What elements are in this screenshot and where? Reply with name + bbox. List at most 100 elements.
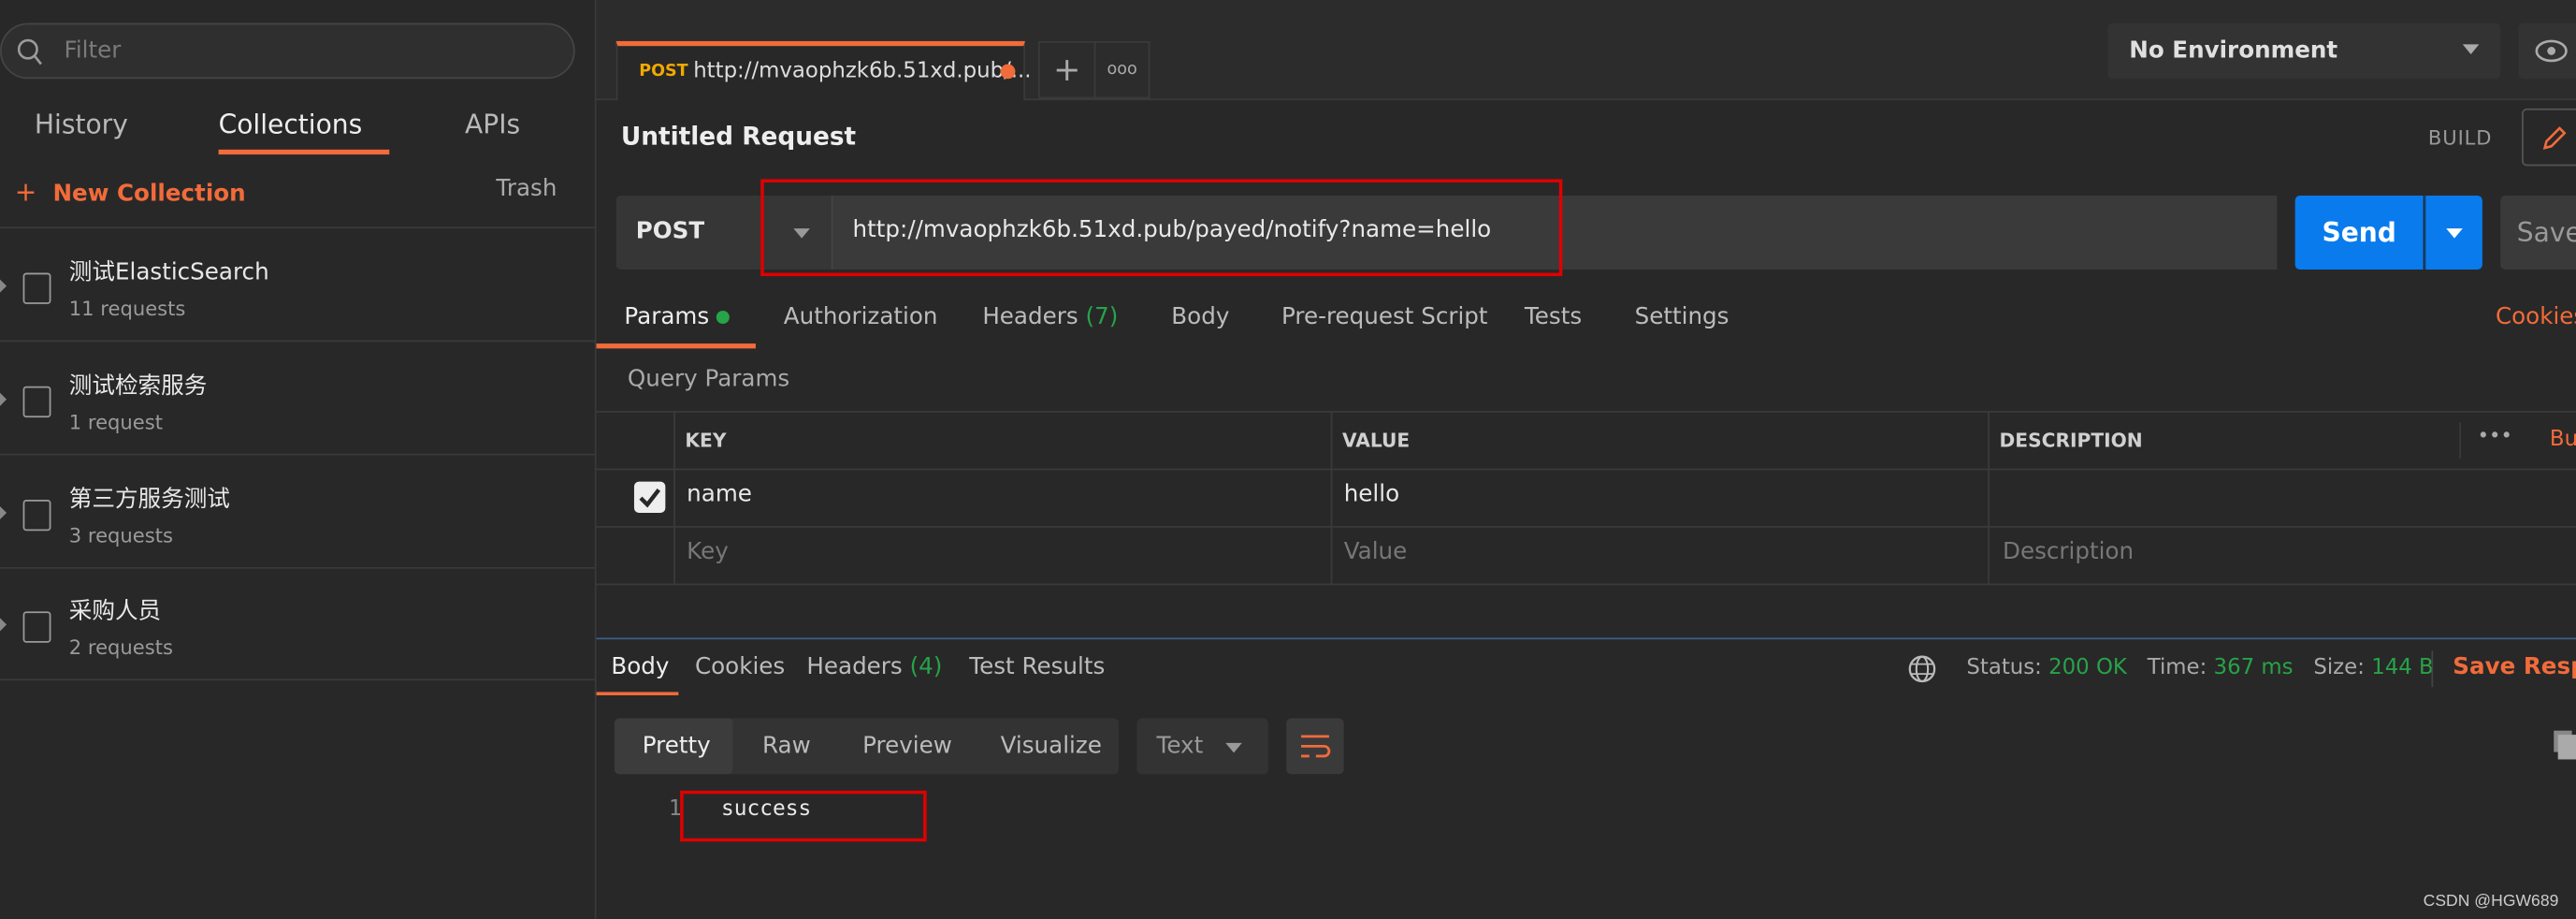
- folder-icon: [22, 611, 51, 643]
- collection-item[interactable]: 测试ElasticSearch 11 requests: [0, 228, 595, 343]
- response-tab-body[interactable]: Body: [611, 654, 669, 680]
- headers-count: (4): [909, 654, 943, 681]
- view-raw-button[interactable]: Raw: [762, 733, 811, 759]
- request-tab[interactable]: POST http://mvaophzk6b.51xd.pub/...: [615, 40, 1032, 101]
- eye-icon: [2535, 39, 2568, 63]
- highlight-box: [680, 790, 927, 842]
- caret-right-icon: [0, 392, 7, 406]
- environment-quick-look-button[interactable]: [2518, 22, 2576, 80]
- collection-name: 采购人员: [68, 598, 162, 625]
- request-tab-method: POST: [639, 62, 688, 81]
- globe-icon[interactable]: [1907, 654, 1937, 684]
- request-title: Untitled Request: [620, 121, 857, 152]
- sidebar: Filter History Collections APIs + New Co…: [0, 0, 597, 919]
- response-tab-headers[interactable]: Headers (4): [806, 654, 942, 680]
- tab-tests[interactable]: Tests: [1525, 304, 1582, 330]
- active-tab-indicator: [596, 343, 756, 349]
- pencil-icon: [2542, 126, 2567, 150]
- environment-value: No Environment: [2129, 37, 2338, 65]
- format-select[interactable]: Text: [1136, 718, 1268, 775]
- collection-item[interactable]: 测试检索服务 1 request: [0, 342, 595, 456]
- chevron-down-icon: [2462, 44, 2480, 54]
- caret-right-icon: [0, 505, 7, 520]
- more-options-button[interactable]: •••: [2478, 424, 2512, 447]
- bulk-edit-link[interactable]: Bu: [2550, 428, 2576, 452]
- collection-name: 第三方服务测试: [68, 486, 230, 513]
- time-label: Time:: [2147, 655, 2207, 681]
- format-value: Text: [1156, 733, 1204, 760]
- filter-input[interactable]: Filter: [0, 22, 575, 80]
- folder-icon: [22, 386, 51, 418]
- cookies-link[interactable]: Cookies: [2496, 304, 2576, 330]
- collection-count: 2 requests: [68, 635, 173, 660]
- tab-apis[interactable]: APIs: [465, 109, 520, 139]
- size-value: 144 B: [2371, 655, 2434, 681]
- wrap-lines-button[interactable]: [1286, 718, 1344, 775]
- collection-count: 1 request: [68, 411, 164, 434]
- filter-placeholder: Filter: [64, 37, 122, 65]
- query-params-title: Query Params: [627, 366, 790, 393]
- request-tab-title: http://mvaophzk6b.51xd.pub/...: [693, 59, 1032, 84]
- send-button[interactable]: Send: [2294, 196, 2424, 270]
- collection-item[interactable]: 第三方服务测试 3 requests: [0, 456, 595, 569]
- new-param-value-input[interactable]: Value: [1344, 539, 1408, 565]
- collection-name: 测试ElasticSearch: [68, 259, 269, 286]
- tab-label: Headers: [982, 303, 1078, 331]
- view-mode-group: Pretty Raw Preview Visualize: [614, 718, 1120, 775]
- copy-icon[interactable]: [2553, 730, 2576, 760]
- chevron-down-icon: [1225, 742, 1242, 753]
- tab-label: Params: [624, 303, 710, 331]
- size-label: Size:: [2313, 655, 2365, 681]
- response-tab-cookies[interactable]: Cookies: [695, 654, 785, 680]
- tab-collections[interactable]: Collections: [219, 109, 363, 139]
- wrap-icon: [1301, 735, 1331, 758]
- column-header-value: VALUE: [1341, 429, 1411, 453]
- save-button[interactable]: Save: [2500, 196, 2576, 270]
- new-tab-button[interactable]: +: [1038, 40, 1096, 99]
- tab-params[interactable]: Params: [624, 303, 731, 331]
- pane-resize-handle[interactable]: [596, 637, 2576, 640]
- search-icon: [17, 38, 42, 66]
- tab-history[interactable]: History: [35, 109, 128, 139]
- view-pretty-button[interactable]: Pretty: [643, 733, 711, 759]
- new-param-key-input[interactable]: Key: [687, 539, 729, 565]
- tab-authorization[interactable]: Authorization: [784, 304, 938, 330]
- highlight-box: [760, 179, 1563, 277]
- collection-count: 11 requests: [68, 297, 186, 321]
- tab-label: Headers: [806, 654, 903, 681]
- folder-icon: [22, 499, 51, 532]
- response-tab-test-results[interactable]: Test Results: [969, 654, 1105, 680]
- param-value-input[interactable]: hello: [1344, 482, 1399, 508]
- active-tab-indicator: [596, 692, 679, 695]
- status-dot-icon: [716, 310, 731, 325]
- edit-button[interactable]: [2522, 108, 2576, 167]
- collection-item[interactable]: 采购人员 2 requests: [0, 567, 595, 681]
- tab-pre-request-script[interactable]: Pre-request Script: [1281, 304, 1488, 330]
- build-mode-label: BUILD: [2427, 126, 2493, 150]
- tab-body[interactable]: Body: [1171, 304, 1229, 330]
- caret-right-icon: [0, 618, 7, 632]
- trash-button[interactable]: Trash: [496, 176, 557, 202]
- chevron-down-icon: [2446, 228, 2463, 239]
- column-header-description: DESCRIPTION: [1999, 429, 2143, 453]
- column-header-key: KEY: [685, 429, 727, 453]
- new-param-description-input[interactable]: Description: [2003, 539, 2134, 565]
- status-label: Status:: [1966, 655, 2042, 681]
- collection-count: 3 requests: [68, 524, 173, 547]
- folder-icon: [22, 272, 51, 304]
- param-key-input[interactable]: name: [687, 482, 752, 508]
- new-collection-button[interactable]: + New Collection: [15, 176, 246, 207]
- view-preview-button[interactable]: Preview: [862, 733, 952, 759]
- caret-right-icon: [0, 279, 7, 293]
- new-collection-label: New Collection: [52, 181, 246, 208]
- view-visualize-button[interactable]: Visualize: [1001, 733, 1102, 759]
- send-options-button[interactable]: [2424, 196, 2482, 270]
- tab-options-button[interactable]: ooo: [1093, 40, 1151, 99]
- save-response-button[interactable]: Save Respo: [2453, 654, 2576, 680]
- collection-name: 测试检索服务: [68, 372, 208, 400]
- environment-select[interactable]: No Environment: [2107, 22, 2501, 80]
- tab-settings[interactable]: Settings: [1635, 304, 1729, 330]
- param-checkbox[interactable]: [633, 481, 666, 513]
- time-value: 367 ms: [2213, 655, 2294, 681]
- tab-headers[interactable]: Headers (7): [982, 304, 1118, 330]
